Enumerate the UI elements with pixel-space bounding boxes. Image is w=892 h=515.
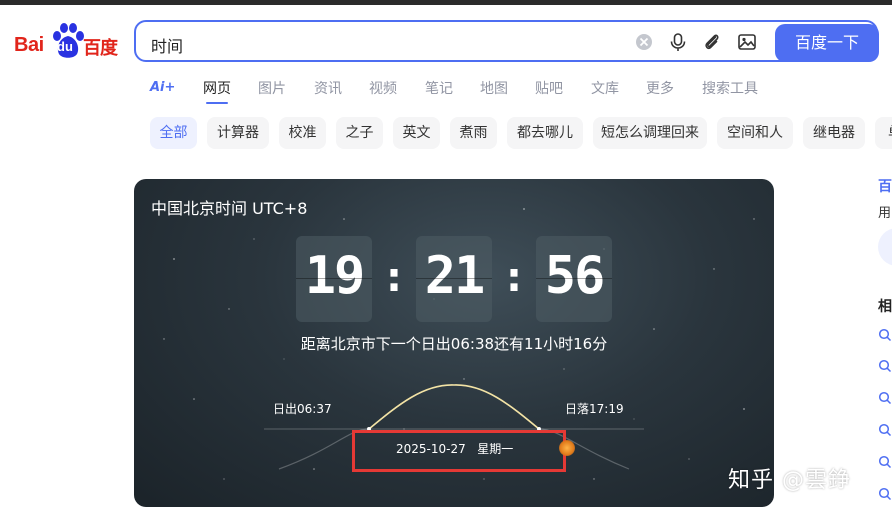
search-icon[interactable] xyxy=(878,487,892,501)
tab-wenku[interactable]: 文库 xyxy=(591,78,619,98)
search-button[interactable]: 百度一下 xyxy=(775,24,879,62)
search-input-box[interactable]: 时间 xyxy=(134,20,878,62)
tab-web[interactable]: 网页 xyxy=(203,78,231,104)
chip-relay[interactable]: 继电器 xyxy=(803,117,865,149)
search-icon[interactable] xyxy=(878,391,892,405)
chip-zhuyu[interactable]: 煮雨 xyxy=(450,117,497,149)
chip-clipped[interactable]: 单 xyxy=(875,117,892,149)
chip-recovery[interactable]: 短怎么调理回来 xyxy=(593,117,707,149)
date-line: 2025-10-27 星期一 xyxy=(396,440,513,457)
top-window-bar xyxy=(0,0,892,5)
chip-calculator[interactable]: 计算器 xyxy=(207,117,269,149)
tab-map[interactable]: 地图 xyxy=(480,78,508,98)
search-input[interactable]: 时间 xyxy=(151,33,183,57)
date-value: 2025-10-27 xyxy=(396,442,466,456)
baidu-logo[interactable]: Bai du 百度 xyxy=(14,23,118,64)
tab-notes[interactable]: 笔记 xyxy=(425,78,453,98)
sidebar-subtitle: 用 xyxy=(878,206,892,221)
chip-space-and-people[interactable]: 空间和人 xyxy=(717,117,793,149)
tab-tieba[interactable]: 贴吧 xyxy=(535,78,563,98)
search-icon[interactable] xyxy=(878,455,892,469)
chip-zhizi[interactable]: 之子 xyxy=(336,117,383,149)
zhihu-watermark: 知乎 @雲錚 xyxy=(728,468,851,493)
tab-search-tools[interactable]: 搜索工具 xyxy=(702,78,758,98)
image-search-icon[interactable] xyxy=(736,31,758,53)
logo-text-cn: 百度 xyxy=(83,38,118,59)
attachment-icon[interactable] xyxy=(701,31,723,53)
sunrise-label: 日出06:37 xyxy=(273,402,332,416)
chip-calibrate[interactable]: 校准 xyxy=(279,117,326,149)
sidebar-title[interactable]: 百 xyxy=(878,176,892,196)
related-heading: 相 xyxy=(878,299,892,315)
tab-news[interactable]: 资讯 xyxy=(314,78,342,98)
tab-images[interactable]: 图片 xyxy=(258,78,286,98)
tab-video[interactable]: 视频 xyxy=(369,78,397,98)
chip-all[interactable]: 全部 xyxy=(150,117,197,149)
sidebar-button[interactable] xyxy=(878,228,892,266)
sun-icon xyxy=(559,440,575,456)
sunset-label: 日落17:19 xyxy=(565,402,624,416)
tab-more[interactable]: 更多 xyxy=(646,78,674,98)
chip-english[interactable]: 英文 xyxy=(393,117,440,149)
clear-icon[interactable] xyxy=(633,31,655,53)
microphone-icon[interactable] xyxy=(667,31,689,53)
search-icon[interactable] xyxy=(878,328,892,342)
search-icon[interactable] xyxy=(878,359,892,373)
chip-where-did-time-go[interactable]: 都去哪儿 xyxy=(507,117,583,149)
logo-text-du: du xyxy=(57,39,73,54)
tab-ai[interactable]: Ai+ xyxy=(150,80,175,95)
beijing-time-card: 中国北京时间 UTC+8 19 : 21 : 56 距离北京市下一个日出06:3… xyxy=(134,179,774,507)
logo-text-bai: Bai xyxy=(14,34,44,56)
search-icon[interactable] xyxy=(878,423,892,437)
weekday-value: 星期一 xyxy=(477,442,514,456)
